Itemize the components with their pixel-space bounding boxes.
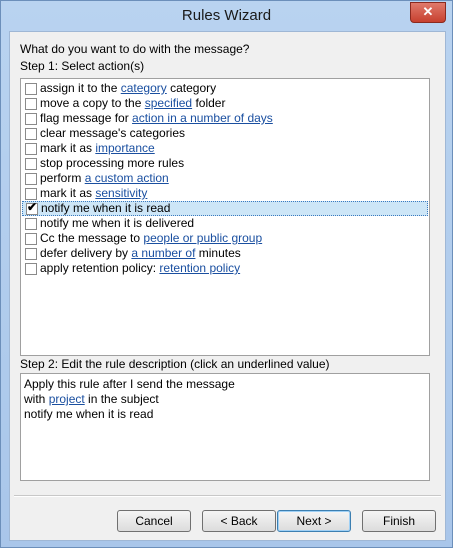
- rule-description-box: Apply this rule after I send the message…: [20, 373, 430, 481]
- text-fragment: move a copy to the: [40, 96, 145, 110]
- actions-list[interactable]: assign it to the category category move a…: [20, 78, 430, 356]
- text-fragment: minutes: [195, 246, 241, 260]
- action-label: mark it as importance: [40, 141, 155, 156]
- cancel-button[interactable]: Cancel: [117, 510, 191, 532]
- next-button[interactable]: Next >: [277, 510, 351, 532]
- text-fragment: clear message's categories: [40, 126, 186, 140]
- action-checkbox[interactable]: [25, 128, 37, 140]
- value-link[interactable]: a custom action: [85, 171, 169, 185]
- action-label: defer delivery by a number of minutes: [40, 246, 241, 261]
- description-line: with project in the subject: [24, 392, 159, 406]
- text-fragment: notify me when it is delivered: [40, 216, 195, 230]
- text-fragment: apply retention policy:: [40, 261, 160, 275]
- value-link[interactable]: sensitivity: [95, 186, 147, 200]
- action-label: assign it to the category category: [40, 81, 216, 96]
- rules-wizard-window: Rules Wizard ✕ What do you want to do wi…: [0, 0, 453, 548]
- action-label: apply retention policy: retention policy: [40, 261, 240, 276]
- text-fragment: mark it as: [40, 141, 96, 155]
- text-fragment: defer delivery by: [40, 246, 132, 260]
- action-label: Cc the message to people or public group: [40, 231, 262, 246]
- separator: [14, 495, 441, 497]
- text-fragment: with: [24, 392, 49, 406]
- action-checkbox[interactable]: [25, 98, 37, 110]
- action-item[interactable]: stop processing more rules: [22, 156, 426, 171]
- text-fragment: in the subject: [84, 392, 159, 406]
- text-fragment: stop processing more rules: [40, 156, 185, 170]
- description-line: notify me when it is read: [24, 407, 153, 421]
- close-button[interactable]: ✕: [410, 2, 446, 23]
- text-fragment: mark it as: [40, 186, 96, 200]
- text-fragment: perform: [40, 171, 85, 185]
- action-label: stop processing more rules: [40, 156, 184, 171]
- action-item[interactable]: defer delivery by a number of minutes: [22, 246, 426, 261]
- action-label: flag message for action in a number of d…: [40, 111, 273, 126]
- text-fragment: category: [166, 81, 217, 95]
- checkmark-icon: ✔: [27, 200, 38, 214]
- action-checkbox[interactable]: [25, 218, 37, 230]
- prompt-label: What do you want to do with the message?: [20, 42, 250, 56]
- value-link[interactable]: specified: [145, 96, 192, 110]
- action-item[interactable]: ✔ notify me when it is read: [22, 201, 428, 216]
- action-item[interactable]: perform a custom action: [22, 171, 426, 186]
- value-link[interactable]: people or public group: [143, 231, 262, 245]
- action-item[interactable]: mark it as importance: [22, 141, 426, 156]
- text-fragment: folder: [192, 96, 226, 110]
- text-fragment: notify me when it is read: [24, 407, 154, 421]
- window-title: Rules Wizard: [181, 7, 272, 24]
- action-item[interactable]: Cc the message to people or public group: [22, 231, 426, 246]
- action-item[interactable]: clear message's categories: [22, 126, 426, 141]
- action-checkbox[interactable]: [25, 188, 37, 200]
- action-checkbox[interactable]: [25, 158, 37, 170]
- value-link[interactable]: importance: [95, 141, 154, 155]
- action-checkbox[interactable]: [25, 248, 37, 260]
- value-link[interactable]: retention policy: [159, 261, 240, 275]
- description-line: Apply this rule after I send the message: [24, 377, 235, 391]
- action-item[interactable]: flag message for action in a number of d…: [22, 111, 426, 126]
- value-link[interactable]: action in a number of days: [132, 111, 273, 125]
- action-item[interactable]: apply retention policy: retention policy: [22, 261, 426, 276]
- action-checkbox[interactable]: ✔: [26, 200, 38, 215]
- text-fragment: Cc the message to: [40, 231, 144, 245]
- action-checkbox[interactable]: [25, 143, 37, 155]
- value-link[interactable]: category: [121, 81, 167, 95]
- action-label: mark it as sensitivity: [40, 186, 147, 201]
- title-bar: Rules Wizard ✕: [1, 1, 452, 31]
- action-checkbox[interactable]: [25, 173, 37, 185]
- back-button[interactable]: < Back: [202, 510, 276, 532]
- text-fragment: assign it to the: [40, 81, 121, 95]
- step2-label: Step 2: Edit the rule description (click…: [20, 357, 330, 371]
- action-label: notify me when it is read: [41, 202, 170, 215]
- text-fragment: notify me when it is read: [41, 201, 171, 215]
- step1-label: Step 1: Select action(s): [20, 59, 145, 73]
- action-label: notify me when it is delivered: [40, 216, 194, 231]
- action-checkbox[interactable]: [25, 113, 37, 125]
- action-item[interactable]: mark it as sensitivity: [22, 186, 426, 201]
- text-fragment: flag message for: [40, 111, 133, 125]
- action-checkbox[interactable]: [25, 83, 37, 95]
- action-checkbox[interactable]: [25, 263, 37, 275]
- finish-button[interactable]: Finish: [362, 510, 436, 532]
- close-icon: ✕: [422, 4, 434, 19]
- value-link[interactable]: a number of: [131, 246, 195, 260]
- action-item[interactable]: notify me when it is delivered: [22, 216, 426, 231]
- text-fragment: Apply this rule after I send the message: [24, 377, 235, 391]
- action-checkbox[interactable]: [25, 233, 37, 245]
- action-item[interactable]: assign it to the category category: [22, 81, 426, 96]
- action-item[interactable]: move a copy to the specified folder: [22, 96, 426, 111]
- action-label: perform a custom action: [40, 171, 169, 186]
- action-label: clear message's categories: [40, 126, 185, 141]
- wizard-body: What do you want to do with the message?…: [9, 31, 446, 541]
- action-label: move a copy to the specified folder: [40, 96, 225, 111]
- value-link[interactable]: project: [49, 392, 85, 406]
